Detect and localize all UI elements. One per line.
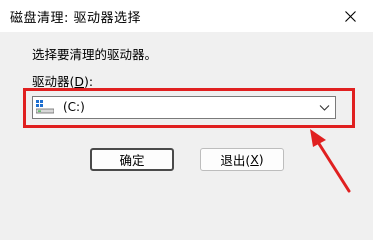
instruction-text: 选择要清理的驱动器。: [32, 47, 158, 62]
pointer-arrow: [310, 129, 351, 193]
exit-button[interactable]: 退出(X): [200, 148, 284, 171]
close-button[interactable]: [327, 0, 373, 32]
drive-label-prefix: 驱动器(: [32, 74, 75, 89]
exit-button-accel: X: [250, 152, 259, 167]
highlight-rectangle: [23, 88, 355, 128]
drive-label-accel: D: [74, 74, 85, 89]
exit-button-suffix: ): [258, 152, 264, 167]
ok-button[interactable]: 确定: [90, 148, 174, 171]
window-title: 磁盘清理: 驱动器选择: [10, 11, 142, 26]
title-bar: 磁盘清理: 驱动器选择: [0, 0, 373, 32]
ok-button-label: 确定: [119, 153, 145, 168]
exit-button-prefix: 退出(: [220, 153, 251, 168]
drive-label-suffix: ):: [84, 74, 94, 89]
close-icon: [344, 10, 356, 22]
